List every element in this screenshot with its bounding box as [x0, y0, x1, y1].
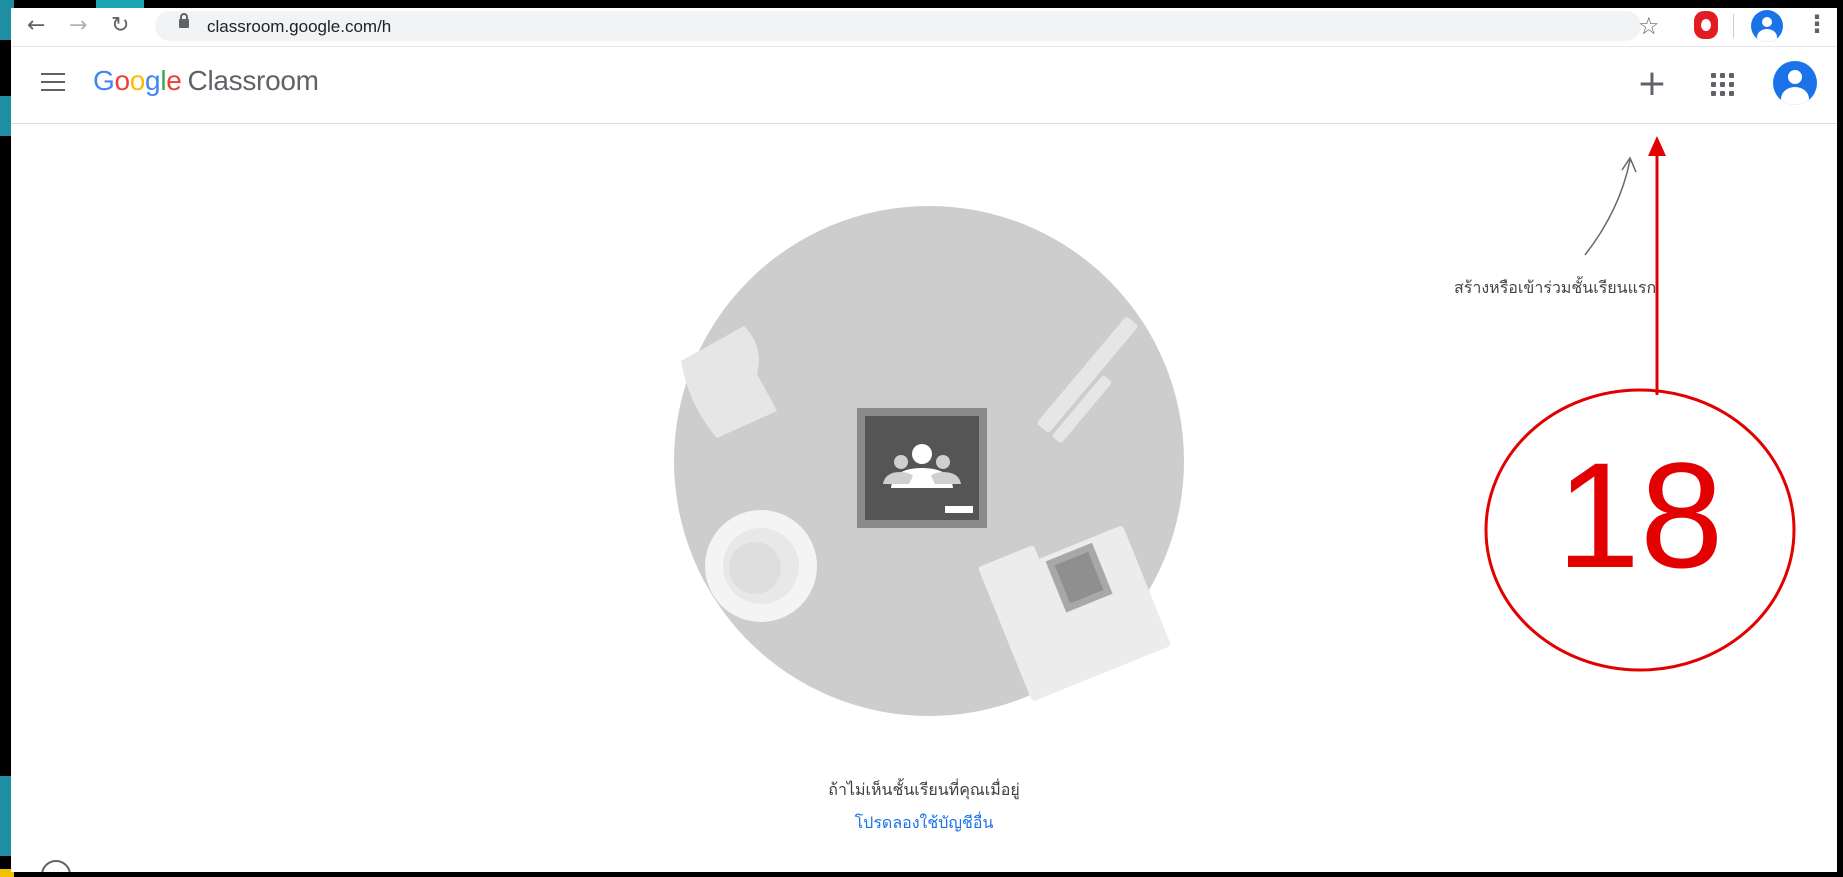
- arrow-right-icon[interactable]: →: [69, 13, 87, 39]
- lock-icon: [179, 13, 189, 28]
- create-class-hint: สร้างหรือเข้าร่วมชั้นเรียนแรก: [1454, 278, 1657, 297]
- brand-product-name: Classroom: [187, 65, 319, 96]
- arrow-left-icon[interactable]: ←: [27, 13, 45, 39]
- adblock-extension-icon[interactable]: [1694, 11, 1718, 39]
- hamburger-menu-icon[interactable]: [41, 73, 65, 91]
- url-text: classroom.google.com/h: [207, 17, 392, 36]
- bookmark-star-icon[interactable]: ☆: [1638, 12, 1660, 40]
- empty-state-message: ถ้าไม่เห็นชั้นเรียนที่คุณเมื่อยู่: [828, 780, 1020, 799]
- brand-letter: o: [129, 65, 146, 96]
- browser-toolbar: ← → ↻ classroom.google.com/h ☆ ⋮: [11, 8, 1837, 47]
- address-bar[interactable]: classroom.google.com/h: [155, 11, 1641, 41]
- classroom-header: Google Classroom +: [11, 47, 1837, 124]
- google-apps-grid-icon[interactable]: [1711, 73, 1735, 97]
- brand-letter: g: [145, 65, 161, 96]
- help-icon[interactable]: [41, 860, 71, 872]
- google-classroom-logo[interactable]: Google Classroom: [93, 65, 319, 97]
- empty-classroom-illustration: [674, 206, 1184, 716]
- toolbar-divider: [1733, 14, 1734, 38]
- create-join-class-plus-icon[interactable]: +: [1635, 66, 1669, 102]
- browser-menu-icon[interactable]: ⋮: [1805, 10, 1829, 38]
- step-number-label: 18: [1556, 431, 1724, 599]
- browser-profile-icon[interactable]: [1751, 10, 1783, 42]
- brand-letter: o: [114, 65, 130, 96]
- reload-icon[interactable]: ↻: [111, 13, 129, 39]
- brand-letter: e: [166, 65, 182, 96]
- account-avatar[interactable]: [1773, 61, 1817, 105]
- switch-account-link[interactable]: โปรดลองใช้บัญชีอื่น: [11, 811, 1837, 836]
- brand-letter: G: [93, 65, 115, 96]
